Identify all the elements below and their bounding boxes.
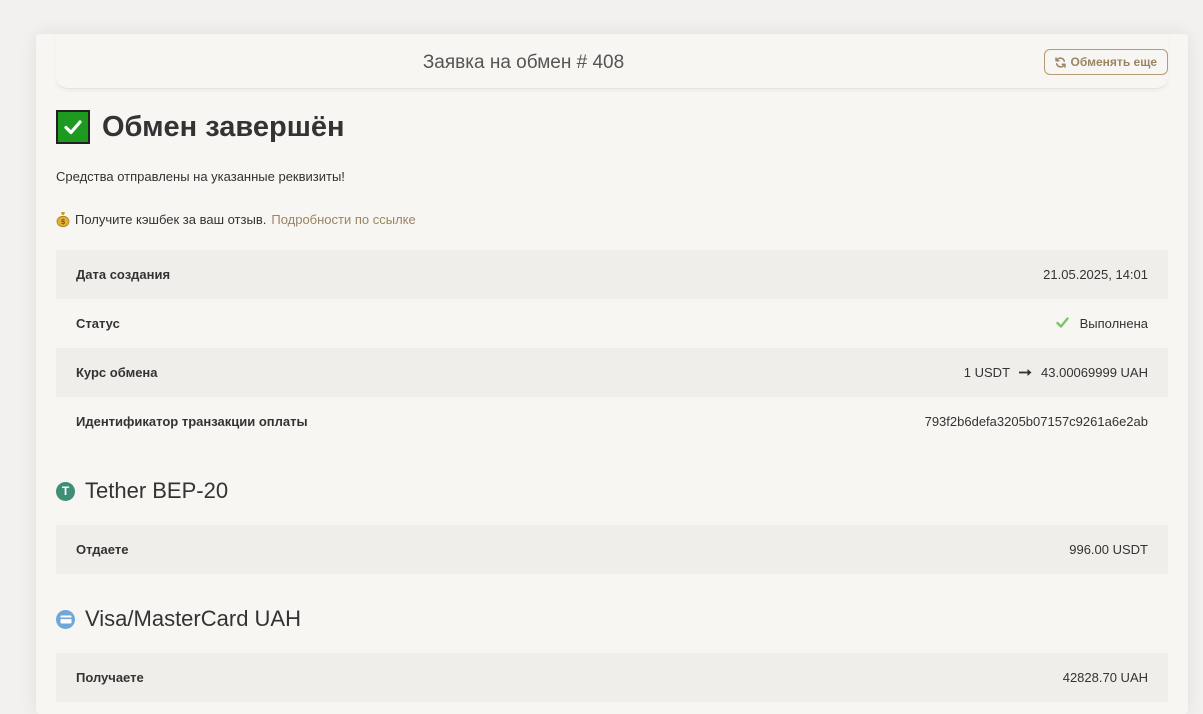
cashback-details-link[interactable]: Подробности по ссылке [271, 212, 415, 227]
details-table: Дата создания 21.05.2025, 14:01 Статус В… [56, 250, 1168, 446]
rate-to: 43.00069999 UAH [1041, 365, 1148, 380]
row-value: 1 USDT 43.00069999 UAH [964, 365, 1148, 380]
exchange-more-button[interactable]: Обменять еще [1043, 49, 1168, 75]
receive-amount: 42828.70 UAH [1062, 670, 1148, 685]
transaction-id: 793f2b6defa3205b07157c9261a6e2ab [924, 414, 1148, 429]
give-currency-name: Tether BEP-20 [85, 478, 229, 503]
table-row-status: Статус Выполнена [56, 299, 1168, 348]
give-section-title: T Tether BEP-20 [56, 478, 228, 504]
receive-currency-name: Visa/MasterCard UAH [85, 606, 301, 631]
check-mark-icon [56, 110, 90, 144]
receive-section-title: Visa/MasterCard UAH [56, 606, 301, 632]
table-row-give: Отдаете 996.00 USDT [56, 525, 1168, 574]
table-row-txid: Идентификатор транзакции оплаты 793f2b6d… [56, 397, 1168, 446]
row-value: 21.05.2025, 14:01 [1043, 267, 1148, 282]
card-header: Заявка на обмен # 408 Обменять еще [56, 34, 1168, 89]
refresh-icon [1054, 56, 1066, 68]
table-row-created: Дата создания 21.05.2025, 14:01 [56, 250, 1168, 299]
page-title: Заявка на обмен # 408 [422, 52, 625, 73]
status-title: Обмен завершён [102, 110, 345, 143]
created-date: 21.05.2025, 14:01 [1043, 267, 1148, 282]
give-amount: 996.00 USDT [1069, 542, 1148, 557]
row-value: Выполнена [1055, 316, 1148, 331]
exchange-more-label: Обменять еще [1070, 55, 1157, 69]
svg-text:$: $ [61, 218, 66, 226]
row-label: Курс обмена [76, 365, 158, 380]
row-label: Идентификатор транзакции оплаты [76, 414, 308, 429]
arrow-right-icon [1018, 365, 1033, 380]
status-heading: Обмен завершён [56, 110, 345, 144]
row-label: Дата создания [76, 267, 171, 282]
row-value: 793f2b6defa3205b07157c9261a6e2ab [925, 414, 1148, 429]
give-table: Отдаете 996.00 USDT [56, 525, 1168, 574]
status-message: Средства отправлены на указанные реквизи… [56, 169, 345, 184]
rate-from: 1 USDT [963, 365, 1011, 380]
cashback-text: Получите кэшбек за ваш отзыв. [75, 211, 267, 227]
exchange-card: Заявка на обмен # 408 Обменять еще Обмен… [36, 34, 1188, 714]
money-bag-icon: $ [56, 211, 70, 227]
credit-card-icon [56, 609, 75, 629]
table-row-rate: Курс обмена 1 USDT 43.00069999 UAH [56, 348, 1168, 397]
status-value: Выполнена [1079, 316, 1148, 331]
row-label: Отдаете [76, 542, 129, 557]
row-label: Получаете [76, 670, 144, 685]
cashback-notice: $ Получите кэшбек за ваш отзыв. Подробно… [56, 211, 416, 227]
row-label: Статус [76, 316, 120, 331]
check-mark-icon [1055, 316, 1069, 331]
tether-icon: T [56, 481, 75, 501]
